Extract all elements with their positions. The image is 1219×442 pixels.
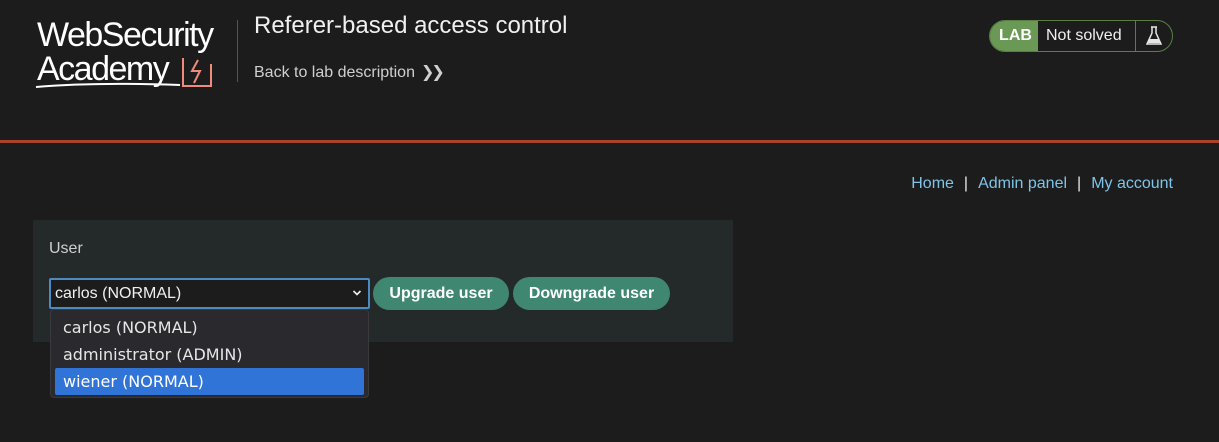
downgrade-user-button[interactable]: Downgrade user bbox=[513, 277, 670, 310]
nav-separator: | bbox=[1077, 175, 1082, 192]
web-security-academy-logo[interactable]: WebSecurity Academy bbox=[34, 16, 234, 92]
lab-badge: LAB bbox=[990, 21, 1038, 51]
back-to-lab-description-link[interactable]: Back to lab description ❯❯ bbox=[254, 62, 445, 82]
chevron-down-icon bbox=[352, 290, 362, 296]
user-option-administrator[interactable]: administrator (ADMIN) bbox=[55, 341, 364, 368]
flask-icon-glyph bbox=[1146, 26, 1162, 45]
user-select[interactable]: carlos (NORMAL) bbox=[49, 278, 370, 309]
lab-status-text: Not solved bbox=[1038, 21, 1136, 51]
header-divider bbox=[237, 20, 238, 82]
lab-title: Referer-based access control bbox=[254, 12, 568, 39]
user-option-wiener[interactable]: wiener (NORMAL) bbox=[55, 368, 364, 395]
lab-status-widget: LAB Not solved bbox=[989, 20, 1173, 52]
double-chevron-right-icon: ❯❯ bbox=[420, 64, 445, 81]
upgrade-user-button[interactable]: Upgrade user bbox=[373, 277, 509, 310]
logo-text-line1: WebSecurity bbox=[37, 16, 214, 54]
back-link-label: Back to lab description bbox=[254, 64, 415, 81]
page-header: WebSecurity Academy Referer-based access… bbox=[0, 0, 1219, 143]
user-field-label: User bbox=[49, 240, 83, 257]
logo-underline-icon bbox=[35, 82, 181, 88]
top-navigation: Home | Admin panel | My account bbox=[911, 175, 1173, 193]
user-select-value: carlos (NORMAL) bbox=[55, 284, 182, 302]
flask-icon[interactable] bbox=[1136, 21, 1172, 51]
nav-my-account-link[interactable]: My account bbox=[1091, 175, 1173, 192]
user-option-carlos[interactable]: carlos (NORMAL) bbox=[55, 314, 364, 341]
nav-admin-panel-link[interactable]: Admin panel bbox=[978, 175, 1067, 192]
user-select-dropdown: carlos (NORMAL) administrator (ADMIN) wi… bbox=[50, 309, 369, 398]
nav-home-link[interactable]: Home bbox=[911, 175, 954, 192]
nav-separator: | bbox=[963, 175, 969, 192]
